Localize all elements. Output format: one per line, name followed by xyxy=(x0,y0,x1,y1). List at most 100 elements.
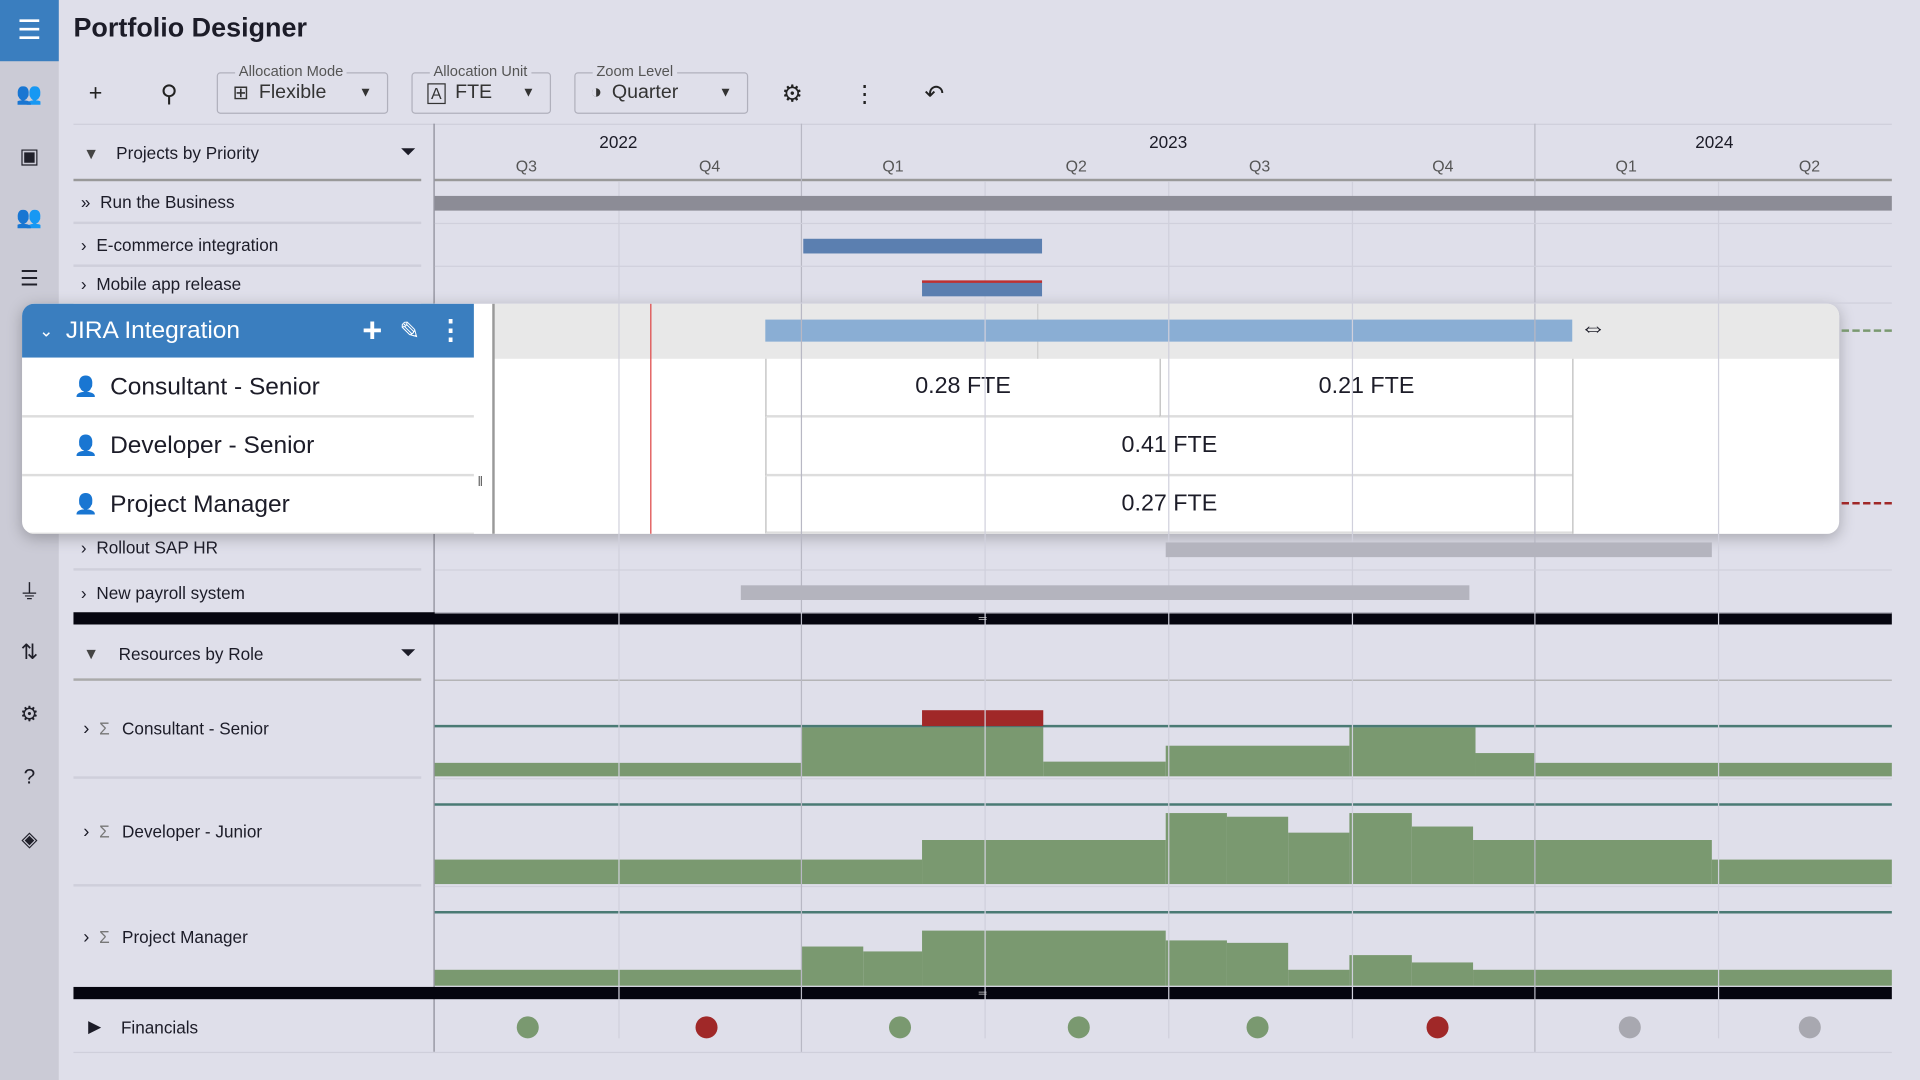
load-bar xyxy=(1473,840,1712,885)
project-row[interactable]: › Rollout SAP HR xyxy=(73,527,422,571)
grid-line xyxy=(1717,181,1720,1039)
chevron-right-icon[interactable]: › xyxy=(83,718,89,739)
load-bar xyxy=(1534,762,1892,777)
chevron-right-icon[interactable]: › xyxy=(81,274,87,294)
sort-icon: ⇅ xyxy=(20,640,39,664)
sidebar-item-sort[interactable]: ⇅ xyxy=(0,634,59,671)
sidebar-item-help[interactable]: ? xyxy=(0,759,59,796)
load-bar xyxy=(802,727,1044,777)
year-label: 2023 xyxy=(1149,132,1188,152)
resource-name: Consultant - Senior xyxy=(122,718,269,739)
load-bar xyxy=(1226,816,1289,885)
load-bar xyxy=(1165,940,1227,986)
sidebar-item-people[interactable]: 👥 xyxy=(0,200,59,237)
quarter-label: Q3 xyxy=(515,156,537,176)
project-name: Mobile app release xyxy=(96,274,242,294)
project-bar[interactable] xyxy=(922,280,1043,297)
resource-row[interactable]: › Σ Project Manager xyxy=(73,887,421,987)
quarter-label: Q2 xyxy=(1798,156,1821,176)
divider xyxy=(434,222,1892,225)
grid-line xyxy=(1351,181,1353,1039)
sidebar-item-settings[interactable]: ⚙ xyxy=(0,697,59,734)
splitter[interactable]: ═ xyxy=(73,986,1892,1000)
grid-line xyxy=(1167,181,1170,1039)
chevron-right-icon[interactable]: › xyxy=(81,538,87,558)
settings-icon: ⚙ xyxy=(20,702,39,727)
quarter-label: Q4 xyxy=(699,156,721,176)
quarter-label: Q1 xyxy=(882,156,904,176)
list-icon: ☰ xyxy=(20,266,39,291)
sum-person-icon: Σ xyxy=(99,718,110,739)
load-bar xyxy=(922,840,1166,885)
project-name: New payroll system xyxy=(96,582,245,602)
project-row[interactable]: › E-commerce integration xyxy=(73,224,422,267)
project-row[interactable]: » Run the Business xyxy=(73,181,422,225)
chevron-right-icon[interactable]: › xyxy=(83,926,89,947)
load-bar xyxy=(1288,832,1350,885)
project-name: Run the Business xyxy=(100,191,235,212)
chevron-right-icon[interactable]: › xyxy=(83,821,89,842)
chevron-right-icon[interactable]: › xyxy=(81,234,87,254)
plug-icon: ⏚ xyxy=(18,579,40,604)
divider xyxy=(434,302,1892,304)
sidebar-item-badge[interactable]: ▣ xyxy=(0,138,59,175)
user-list-icon: 👥 xyxy=(16,82,43,106)
load-bar xyxy=(1411,826,1474,885)
grid-line xyxy=(617,181,620,1039)
project-bar[interactable] xyxy=(740,585,1470,601)
load-bar xyxy=(1165,745,1350,777)
load-bar xyxy=(1349,813,1412,885)
project-name: Rollout SAP HR xyxy=(96,537,218,558)
expand-triangle-icon[interactable]: ▶ xyxy=(88,1016,101,1037)
chevron-right-icon[interactable]: › xyxy=(81,582,87,602)
project-bar[interactable] xyxy=(803,238,1043,254)
project-bar[interactable] xyxy=(1165,542,1712,558)
project-row[interactable]: › New payroll system xyxy=(73,571,421,614)
load-bar xyxy=(1475,753,1535,777)
people-icon: 👥 xyxy=(16,205,43,229)
quarter-label: Q4 xyxy=(1432,156,1454,176)
double-chevron-right-icon[interactable]: » xyxy=(81,192,91,212)
financial-status-dot-green[interactable] xyxy=(1246,1016,1269,1039)
sidebar-item-compass[interactable]: ◈ xyxy=(0,822,59,859)
resource-name: Project Manager xyxy=(122,926,248,947)
load-bar xyxy=(802,946,864,986)
load-bar xyxy=(434,859,923,885)
project-name: E-commerce integration xyxy=(96,234,279,255)
project-bar[interactable] xyxy=(434,195,1892,211)
sidebar-item-list[interactable]: ☰ xyxy=(0,261,59,298)
financial-status-dot-red[interactable] xyxy=(695,1016,718,1039)
load-bar xyxy=(922,930,1166,986)
resource-row[interactable]: › Σ Consultant - Senior xyxy=(73,681,422,779)
grid-line xyxy=(984,181,986,1039)
financial-status-dot-gray[interactable] xyxy=(1798,1016,1821,1039)
resource-row[interactable]: › Σ Developer - Junior xyxy=(73,779,422,887)
quarter-label: Q2 xyxy=(1065,156,1087,176)
load-bar xyxy=(1711,859,1892,885)
year-label: 2022 xyxy=(599,132,638,152)
load-bar xyxy=(1411,962,1474,986)
financial-status-dot-green[interactable] xyxy=(888,1016,912,1039)
sum-person-icon: Σ xyxy=(99,926,110,947)
help-icon: ? xyxy=(23,765,36,789)
load-bar xyxy=(1473,969,1892,986)
sidebar-item-plug[interactable]: ⏚ xyxy=(0,571,59,608)
load-bar xyxy=(1165,813,1227,885)
quarter-label: Q1 xyxy=(1615,156,1637,176)
year-label: 2024 xyxy=(1695,132,1734,152)
financials-label: Financials xyxy=(120,1016,199,1037)
divider xyxy=(434,265,1892,267)
load-bar xyxy=(1043,761,1166,777)
badge-icon: ▣ xyxy=(19,144,40,168)
sum-person-icon: Σ xyxy=(99,821,110,842)
financial-status-dot-green[interactable] xyxy=(516,1016,539,1039)
financial-status-dot-green[interactable] xyxy=(1067,1016,1090,1039)
load-bar xyxy=(863,951,923,986)
sidebar-item-user-list[interactable]: 👥 xyxy=(0,76,59,113)
overallocation-bar xyxy=(922,710,1044,727)
financial-status-dot-gray[interactable] xyxy=(1618,1016,1641,1039)
financial-status-dot-red[interactable] xyxy=(1426,1016,1449,1039)
divider xyxy=(434,569,1892,571)
load-bar xyxy=(1288,969,1350,986)
project-row[interactable]: › Mobile app release xyxy=(73,267,422,304)
